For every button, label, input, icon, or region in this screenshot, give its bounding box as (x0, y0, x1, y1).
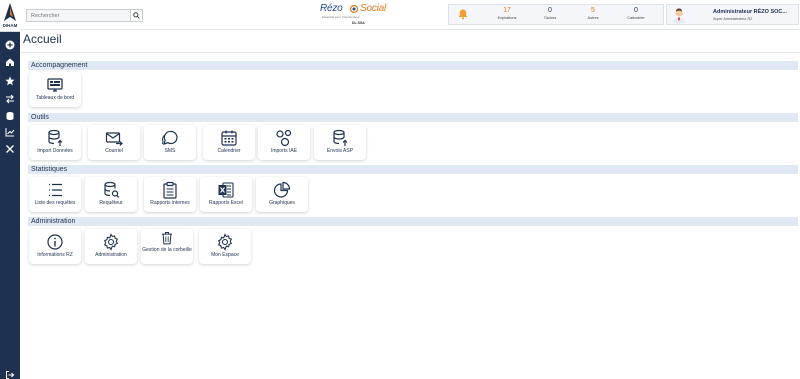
rail-logo[interactable]: DIHAM (0, 0, 20, 32)
brand-swirl-icon (349, 4, 359, 14)
search-input[interactable] (27, 10, 130, 21)
page-title: Accueil (23, 32, 62, 46)
database-search-icon (102, 181, 120, 199)
stat-calendrier[interactable]: 0 Calendrier (616, 7, 656, 20)
transfer-icon[interactable] (3, 92, 17, 106)
calendar-icon (220, 129, 238, 147)
sms-chat-icon (161, 129, 179, 147)
tile-administration[interactable]: Administration (85, 229, 137, 264)
tile-tableaux-de-bord[interactable]: Tableaux de bord (29, 72, 81, 107)
tile-label: Rapports internes (150, 200, 190, 206)
stat-expirations[interactable]: 17 Expirations (487, 7, 527, 20)
brand-tagline: Essentiel pour l'interlocuteur (322, 15, 360, 19)
avatar (673, 8, 685, 23)
tile-imports-iae[interactable]: Imports IAE (258, 125, 310, 160)
stat-taches[interactable]: 0 Tâches (530, 7, 570, 20)
tile-sms[interactable]: SMS (144, 125, 196, 160)
left-rail: DIHAM (0, 0, 20, 379)
search-box (26, 9, 143, 22)
logout-icon[interactable] (3, 368, 17, 379)
add-circle-icon[interactable] (3, 38, 17, 52)
chart-line-icon[interactable] (3, 125, 17, 139)
database-send-icon (331, 129, 349, 147)
tile-label: Envois ASP (326, 148, 354, 154)
tile-envois-asp[interactable]: Envois ASP (314, 125, 366, 160)
brand-logo[interactable]: Rézo Social Essentiel pour l'interlocute… (316, 3, 400, 27)
tile-liste-des-requetes[interactable]: Liste des requêtes (29, 177, 81, 212)
user-panel[interactable]: Administrateur RÉZO SOC... Super Adminis… (666, 4, 799, 25)
home-icon[interactable] (3, 55, 17, 69)
tile-label: Requêteur (99, 200, 123, 206)
tile-label: Imports IAE (270, 148, 298, 154)
tile-label: Administration (95, 252, 127, 258)
tile-label: Informations RZ (37, 252, 73, 258)
stat-autres[interactable]: 5 Autres (573, 7, 613, 20)
tile-rapports-internes[interactable]: Rapports internes (144, 177, 196, 212)
user-name: Administrateur RÉZO SOC... (713, 9, 787, 15)
search-button[interactable] (130, 10, 142, 21)
tile-label: Import Données (37, 148, 73, 154)
list-icon (46, 181, 64, 199)
tile-label: Calendrier (217, 148, 241, 154)
trash-icon (160, 231, 174, 245)
dashboard-icon (46, 76, 64, 94)
search-icon (133, 12, 140, 19)
logo-triangle-icon (4, 3, 16, 21)
settings-icon (102, 233, 120, 251)
section-label: Statistiques (31, 166, 68, 173)
tools-icon[interactable] (3, 142, 17, 156)
tile-gestion-corbeille[interactable]: Gestion de la corbeille (141, 229, 193, 264)
database-upload-icon (46, 129, 64, 147)
tile-graphiques[interactable]: Graphiques (256, 177, 308, 212)
brand-part2: Social (360, 3, 387, 14)
database-icon[interactable] (3, 109, 17, 123)
tile-label: Tableaux de bord (35, 95, 75, 101)
section-accompagnement: Accompagnement (28, 61, 798, 70)
excel-icon (217, 181, 235, 199)
tile-label: Rapports Excel (209, 200, 243, 206)
tile-calendrier[interactable]: Calendrier (203, 125, 255, 160)
section-label: Accompagnement (31, 62, 88, 69)
circles-icon (275, 129, 293, 147)
section-label: Outils (31, 114, 49, 121)
section-label: Administration (31, 218, 76, 225)
tile-label: Gestion de la corbeille (142, 247, 192, 253)
tile-label: Graphiques (269, 200, 295, 206)
tile-label: SMS (164, 148, 176, 154)
section-administration: Administration (28, 217, 798, 226)
clipboard-icon (161, 181, 179, 199)
tile-mon-espace[interactable]: Mon Espace (199, 229, 251, 264)
tile-label: Courriel (105, 148, 123, 154)
section-statistiques: Statistiques (28, 165, 798, 174)
stats-panel: 17 Expirations 0 Tâches 5 Autres 0 Calen… (448, 4, 664, 25)
tile-courriel[interactable]: Courriel (88, 125, 140, 160)
top-bar: Rézo Social Essentiel pour l'interlocute… (20, 0, 800, 30)
tile-requeteur[interactable]: Requêteur (85, 177, 137, 212)
mail-send-icon (105, 129, 123, 147)
section-outils: Outils (28, 113, 798, 122)
star-icon[interactable] (3, 74, 17, 88)
rail-logo-text: DIHAM (2, 23, 18, 28)
pie-chart-icon (273, 181, 291, 199)
divider (20, 52, 800, 53)
user-role: Super Administrateur RZ (713, 17, 753, 21)
brand-version: DL.SSA (352, 21, 365, 25)
tile-informations-rz[interactable]: Informations RZ (29, 229, 81, 264)
tile-rapports-excel[interactable]: Rapports Excel (200, 177, 252, 212)
brand-part1: Rézo (320, 3, 343, 14)
info-icon (46, 233, 64, 251)
tile-label: Liste des requêtes (34, 200, 76, 206)
settings-icon (216, 233, 234, 251)
tile-import-donnees[interactable]: Import Données (29, 125, 81, 160)
tile-label: Mon Espace (211, 252, 239, 258)
bell-icon[interactable] (457, 8, 469, 20)
